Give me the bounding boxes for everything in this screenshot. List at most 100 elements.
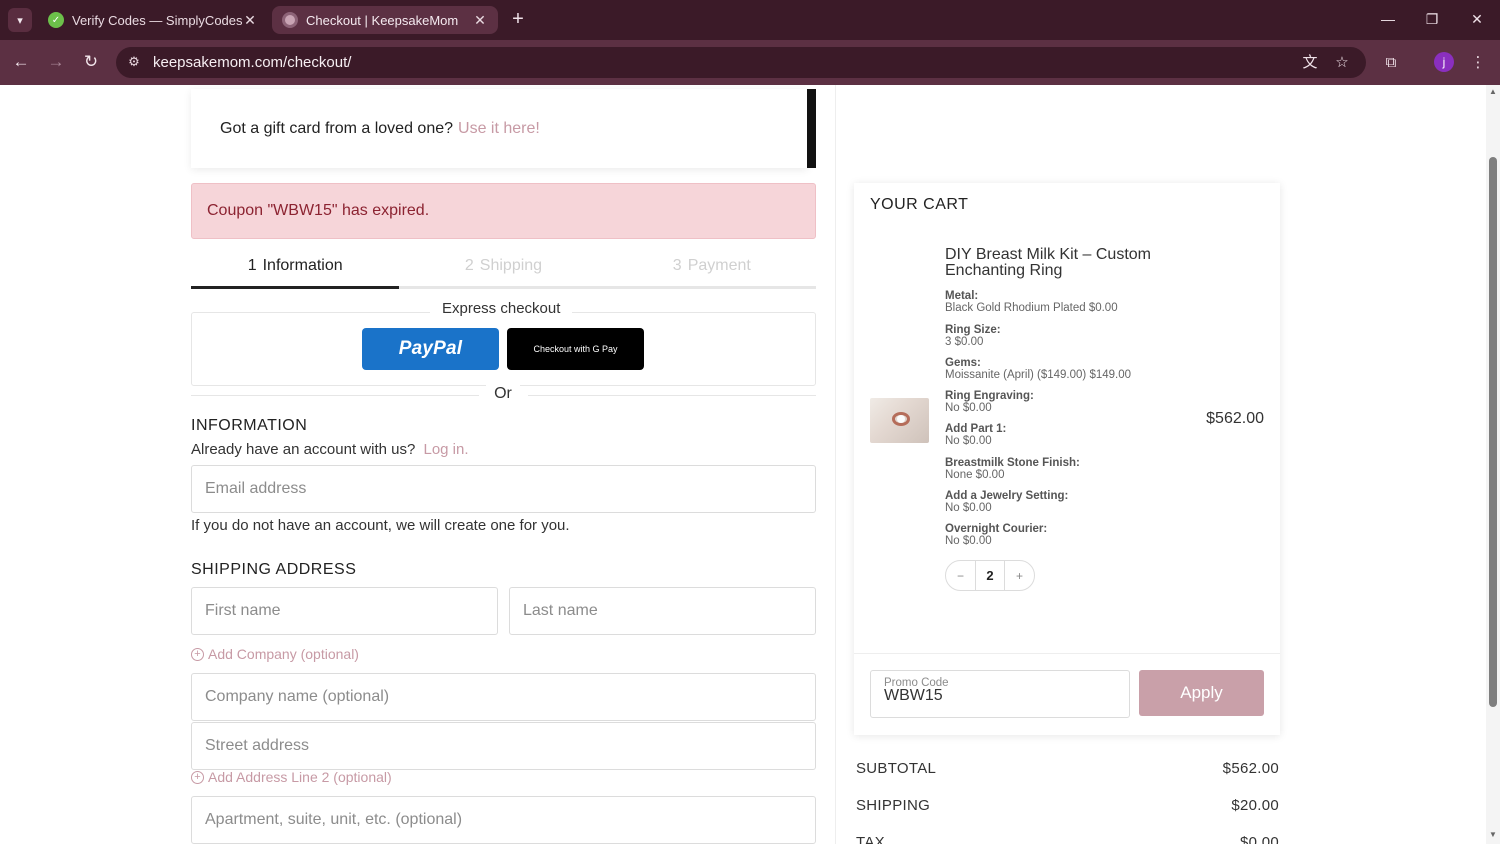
tab-title: Checkout | KeepsakeMom: [306, 12, 459, 28]
tab-title: Verify Codes — SimplyCodes: [72, 12, 242, 28]
login-link[interactable]: Log in.: [423, 441, 468, 458]
last-name-field[interactable]: Last name: [509, 587, 816, 635]
paypal-button[interactable]: PayPal: [362, 328, 499, 370]
option-value: Moissanite (April) ($149.00) $149.00: [945, 368, 1132, 381]
option-value: None $0.00: [945, 468, 1005, 481]
add-company-link[interactable]: + Add Company (optional): [191, 646, 359, 662]
checkout-steps: 1 Information 2 Shipping 3 Payment: [191, 245, 816, 289]
increase-quantity-button[interactable]: +: [1005, 569, 1034, 583]
step-number: 1: [247, 256, 257, 274]
tax-value: $0.00: [1239, 834, 1279, 844]
subtotal-label: SUBTOTAL: [856, 760, 937, 777]
step-shipping[interactable]: 2 Shipping: [399, 245, 607, 286]
gift-card-text: Got a gift card from a loved one?: [220, 119, 454, 137]
cart-title: YOUR CART: [870, 196, 969, 213]
quantity-value[interactable]: 2: [975, 560, 1005, 591]
shipping-row: SHIPPING $20.00: [856, 797, 1279, 814]
option-metal: Metal: Black Gold Rhodium Plated $0.00: [945, 290, 1205, 314]
promo-code-field[interactable]: Promo Code WBW15: [870, 670, 1130, 718]
option-value: 3 $0.00: [945, 335, 984, 348]
close-tab-icon[interactable]: ✕: [242, 12, 258, 29]
plus-circle-icon: +: [191, 770, 204, 784]
step-label: Information: [262, 256, 343, 274]
page-scrollbar[interactable]: ▲ ▼: [1486, 85, 1500, 844]
back-arrow-icon[interactable]: ←: [9, 50, 33, 74]
shipping-address-heading: SHIPPING ADDRESS: [191, 561, 357, 578]
minimize-icon[interactable]: —: [1373, 8, 1403, 30]
use-gift-card-link[interactable]: Use it here!: [458, 120, 540, 138]
translate-icon[interactable]: 文: [1299, 52, 1321, 74]
scroll-up-arrow-icon[interactable]: ▲: [1486, 87, 1500, 99]
promo-code-value[interactable]: WBW15: [884, 687, 943, 705]
gift-card-banner: Got a gift card from a loved one? Use it…: [191, 89, 808, 168]
or-divider-right: [528, 395, 816, 396]
option-ring-size: Ring Size: 3 $0.00: [945, 324, 1205, 348]
tab-search-chevron-icon[interactable]: ▾: [8, 8, 32, 32]
street-address-field[interactable]: Street address: [191, 722, 816, 770]
option-gems: Gems: Moissanite (April) ($149.00) $149.…: [945, 357, 1205, 381]
option-jewelry-setting: Add a Jewelry Setting: No $0.00: [945, 490, 1205, 514]
restore-window-icon[interactable]: ❐: [1417, 8, 1447, 30]
product-name[interactable]: DIY Breast Milk Kit – Custom Enchanting …: [945, 247, 1195, 279]
option-add-part-1: Add Part 1: No $0.00: [945, 423, 1205, 447]
option-value: No $0.00: [945, 501, 992, 514]
product-thumbnail[interactable]: [870, 398, 929, 443]
scrollbar-thumb[interactable]: [1489, 157, 1497, 707]
express-checkout-box: [191, 312, 816, 386]
option-value: No $0.00: [945, 434, 992, 447]
express-checkout-label: Express checkout: [430, 300, 573, 317]
step-payment[interactable]: 3 Payment: [608, 245, 816, 286]
tab-strip: ▾ ✓ Verify Codes — SimplyCodes ✕ Checkou…: [0, 0, 1500, 40]
shipping-label: SHIPPING: [856, 797, 931, 814]
keepsakemom-favicon-icon: [282, 12, 298, 28]
option-value: No $0.00: [945, 401, 992, 414]
option-stone-finish: Breastmilk Stone Finish: None $0.00: [945, 457, 1205, 481]
account-creation-note: If you do not have an account, we will c…: [191, 517, 570, 534]
company-field[interactable]: Company name (optional): [191, 673, 816, 721]
account-line: Already have an account with us? Log in.: [191, 441, 469, 458]
apartment-field[interactable]: Apartment, suite, unit, etc. (optional): [191, 796, 816, 844]
tax-label: TAX: [856, 834, 885, 844]
line-item-price: $562.00: [1206, 410, 1264, 427]
option-value: Black Gold Rhodium Plated $0.00: [945, 301, 1118, 314]
subtotal-value: $562.00: [1222, 760, 1279, 777]
add-company-label: Add Company (optional): [208, 646, 359, 662]
column-divider: [835, 85, 836, 844]
bookmark-star-icon[interactable]: ☆: [1331, 52, 1353, 74]
cart-panel: YOUR CART DIY Breast Milk Kit – Custom E…: [854, 183, 1280, 735]
profile-avatar[interactable]: j: [1434, 52, 1454, 72]
tax-row: TAX $0.00: [856, 834, 1279, 844]
option-ring-engraving: Ring Engraving: No $0.00: [945, 390, 1205, 414]
more-menu-icon[interactable]: ⋮: [1467, 52, 1489, 74]
scroll-down-arrow-icon[interactable]: ▼: [1486, 830, 1500, 842]
extensions-puzzle-icon[interactable]: ⧉: [1380, 52, 1402, 74]
email-field[interactable]: Email address: [191, 465, 816, 513]
step-information[interactable]: 1 Information: [191, 245, 400, 289]
forward-arrow-icon[interactable]: →: [44, 50, 68, 74]
step-label: Payment: [687, 256, 751, 274]
ring-image-stone: [897, 415, 905, 423]
information-heading: INFORMATION: [191, 417, 308, 434]
add-address-line2-link[interactable]: + Add Address Line 2 (optional): [191, 769, 392, 785]
account-text: Already have an account with us?: [191, 441, 416, 458]
reload-icon[interactable]: ↻: [79, 50, 103, 74]
apply-promo-button[interactable]: Apply: [1139, 670, 1264, 716]
step-number: 3: [672, 256, 682, 274]
first-name-field[interactable]: First name: [191, 587, 498, 635]
simplycodes-favicon-icon: ✓: [48, 12, 64, 28]
site-info-tune-icon[interactable]: ⚙: [124, 52, 144, 72]
tab-checkout[interactable]: Checkout | KeepsakeMom ✕: [272, 6, 498, 34]
step-number: 2: [464, 256, 474, 274]
add-line2-label: Add Address Line 2 (optional): [208, 769, 392, 785]
close-window-icon[interactable]: ✕: [1462, 8, 1492, 30]
or-text: Or: [486, 385, 520, 403]
url-text[interactable]: keepsakemom.com/checkout/: [153, 54, 351, 71]
close-tab-icon[interactable]: ✕: [472, 12, 488, 29]
decrease-quantity-button[interactable]: −: [946, 569, 975, 583]
subtotal-row: SUBTOTAL $562.00: [856, 760, 1279, 777]
google-pay-button[interactable]: Checkout with G Pay: [507, 328, 644, 370]
plus-circle-icon: +: [191, 647, 204, 661]
new-tab-plus-icon[interactable]: +: [508, 9, 528, 29]
tab-verify-codes[interactable]: ✓ Verify Codes — SimplyCodes ✕: [38, 6, 268, 34]
quantity-stepper: − 2 +: [945, 560, 1035, 591]
